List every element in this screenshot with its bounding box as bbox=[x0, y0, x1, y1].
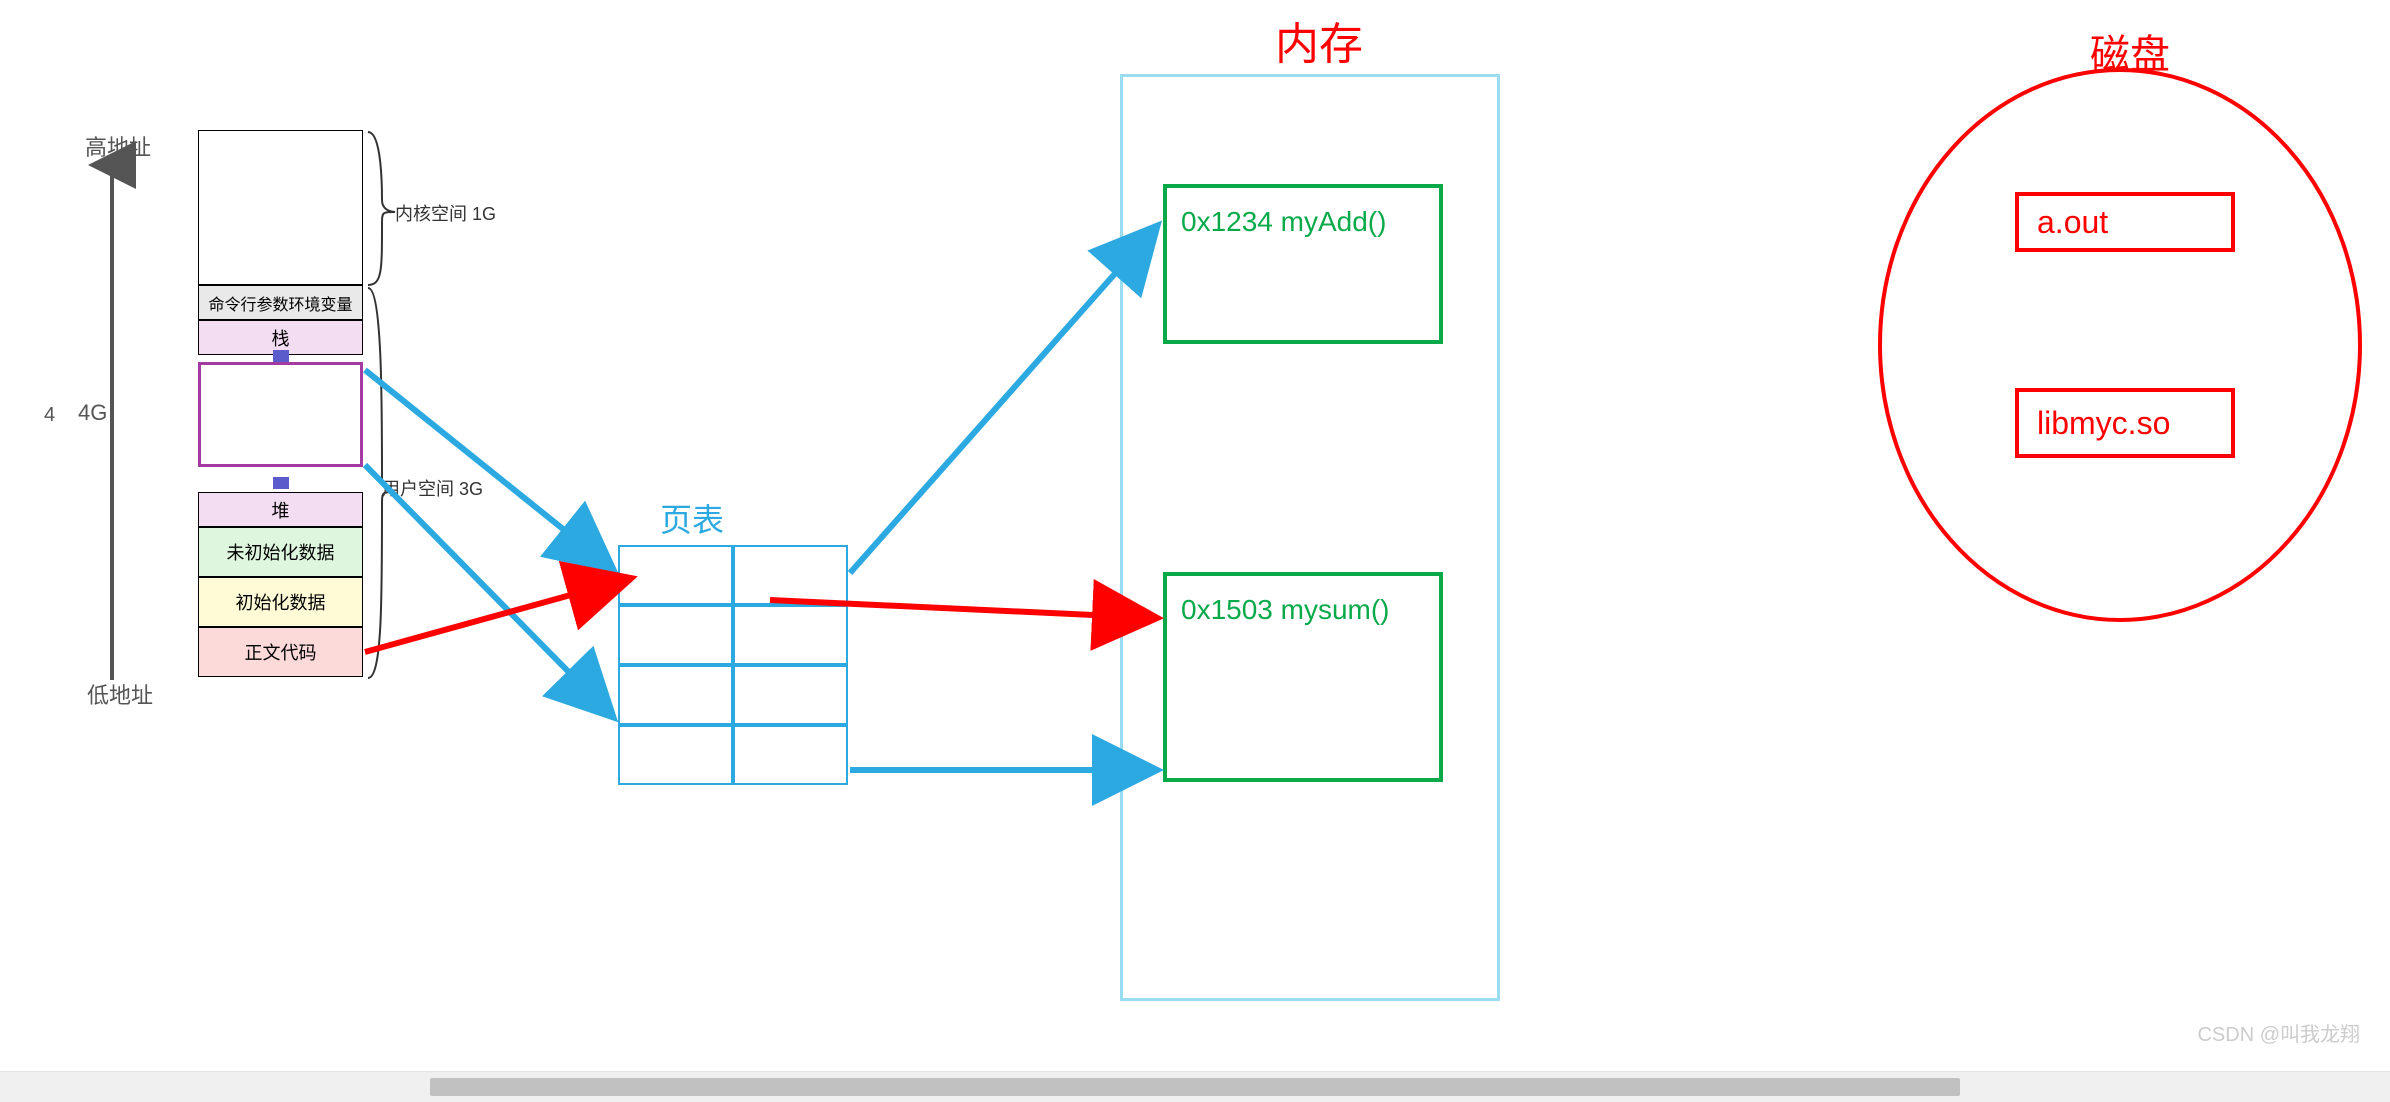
horizontal-scrollbar[interactable] bbox=[0, 1071, 2390, 1102]
four-label: 4 bbox=[44, 404, 55, 427]
segment-mapped bbox=[198, 362, 363, 467]
mem-box-2-text: 0x1503 mysum() bbox=[1181, 594, 1453, 626]
segment-cmdline: 命令行参数环境变量 bbox=[198, 285, 363, 320]
page-table-title: 页表 bbox=[660, 495, 724, 541]
mem-box-1-text: 0x1234 myAdd() bbox=[1181, 206, 1453, 238]
memory-title: 内存 bbox=[1275, 8, 1363, 72]
mem-box-2: 0x1503 mysum() bbox=[1163, 572, 1443, 782]
stack-marker bbox=[273, 350, 289, 362]
segment-text: 正文代码 bbox=[198, 627, 363, 677]
heap-marker bbox=[273, 477, 289, 489]
low-address-label: 低地址 bbox=[87, 678, 153, 710]
scrollbar-thumb[interactable] bbox=[430, 1078, 1960, 1096]
page-table-grid bbox=[618, 545, 848, 785]
disk-file-1: a.out bbox=[2015, 192, 2235, 252]
disk-title: 磁盘 bbox=[2090, 22, 2170, 80]
segment-data: 初始化数据 bbox=[198, 577, 363, 627]
mem-box-1: 0x1234 myAdd() bbox=[1163, 184, 1443, 344]
kernel-brace-label: 内核空间 1G bbox=[395, 200, 496, 226]
user-brace-label: 用户空间 3G bbox=[382, 475, 483, 501]
four-g-label: 4G bbox=[78, 400, 107, 426]
segment-kernel bbox=[198, 130, 363, 285]
watermark: CSDN @叫我龙翔 bbox=[2197, 1018, 2360, 1047]
disk-file-2: libmyc.so bbox=[2015, 388, 2235, 458]
high-address-label: 高地址 bbox=[85, 130, 151, 162]
segment-heap: 堆 bbox=[198, 492, 363, 527]
segment-bss: 未初始化数据 bbox=[198, 527, 363, 577]
